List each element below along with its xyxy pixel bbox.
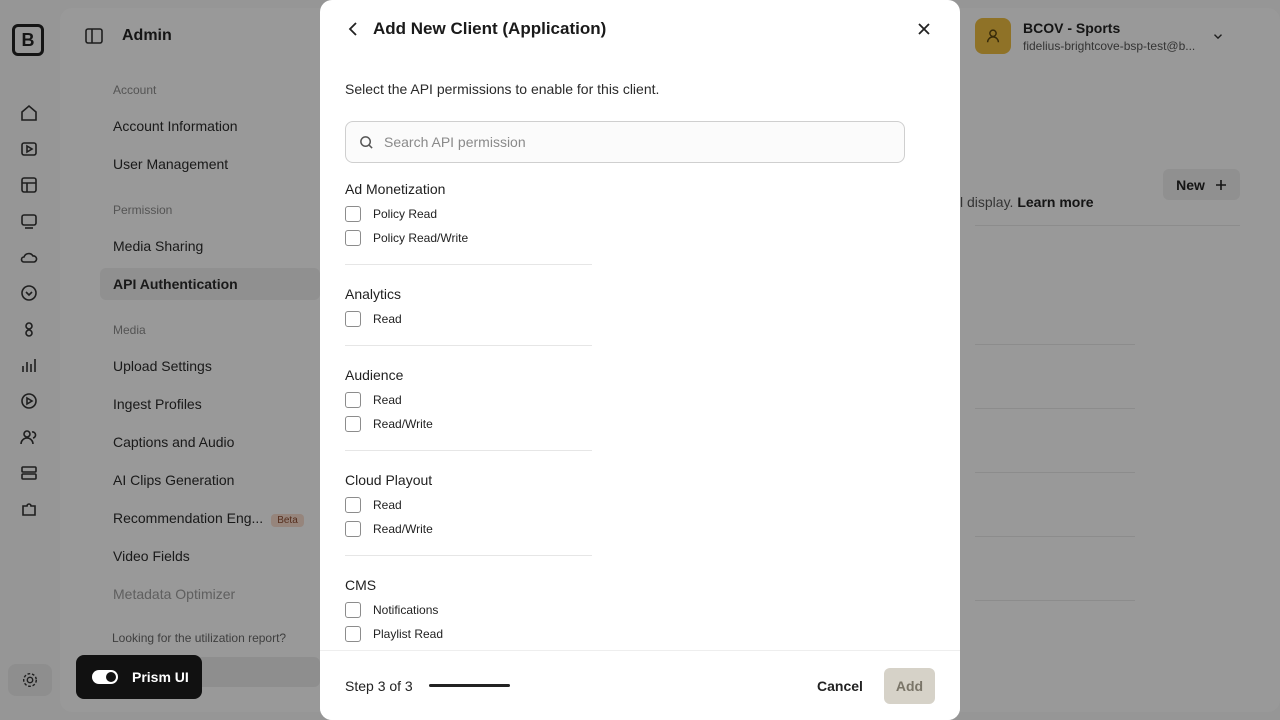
step-indicator: Step 3 of 3: [345, 678, 413, 694]
permission-group: Cloud Playout Read Read/Write: [345, 467, 592, 556]
permission-label: Policy Read/Write: [373, 231, 469, 245]
permission-group: CMSNotificationsPlaylist ReadPlaylist Re…: [345, 572, 592, 650]
permission-label: Read/Write: [373, 522, 433, 536]
permission-group-title: Cloud Playout: [345, 472, 433, 488]
permission-checkbox[interactable]: [345, 521, 361, 537]
modal-intro: Select the API permissions to enable for…: [345, 81, 660, 97]
add-client-modal: Add New Client (Application) Select the …: [320, 0, 960, 720]
permission-checkbox[interactable]: [345, 497, 361, 513]
permission-option[interactable]: Notifications: [345, 598, 592, 622]
step-progress-bar: [429, 684, 510, 687]
cancel-button[interactable]: Cancel: [817, 678, 863, 694]
permission-option[interactable]: Policy Read: [345, 202, 592, 226]
permission-group: Analytics Read: [345, 281, 592, 346]
search-input[interactable]: [384, 134, 884, 150]
modal-title: Add New Client (Application): [373, 19, 607, 38]
permission-label: Notifications: [373, 603, 439, 617]
permission-group-title: Ad Monetization: [345, 181, 446, 197]
permission-checkbox[interactable]: [345, 206, 361, 222]
permission-group-title: Audience: [345, 367, 404, 383]
back-button[interactable]: [345, 19, 363, 39]
permission-checkbox[interactable]: [345, 626, 361, 642]
permission-checkbox[interactable]: [345, 230, 361, 246]
permission-option[interactable]: Read: [345, 388, 592, 412]
chevron-left-icon: [348, 22, 357, 36]
permission-group: Ad Monetization Policy Read Policy Read/Wr…: [345, 176, 592, 265]
permission-option[interactable]: Read/Write: [345, 412, 592, 436]
permission-label: Read: [373, 498, 402, 512]
permission-option[interactable]: Read/Write: [345, 517, 592, 541]
permission-label: Policy Read: [373, 207, 438, 221]
permission-group-title: Analytics: [345, 286, 402, 302]
prism-ui-toggle[interactable]: Prism UI: [76, 655, 202, 699]
permission-checkbox[interactable]: [345, 311, 361, 327]
permission-checkbox[interactable]: [345, 602, 361, 618]
close-icon: [918, 23, 930, 35]
permission-group-title: CMS: [345, 577, 377, 593]
permission-label: Playlist Read: [373, 627, 444, 641]
permission-label: Read/Write: [373, 417, 433, 431]
permission-group: Audience Read Read/Write: [345, 362, 592, 451]
prism-ui-label: Prism UI: [132, 669, 189, 685]
permission-option[interactable]: Read: [345, 307, 592, 331]
toggle-switch[interactable]: [92, 670, 118, 684]
permission-label: Read: [373, 393, 402, 407]
permission-checkbox[interactable]: [345, 416, 361, 432]
modal-header: Add New Client (Application): [345, 16, 935, 42]
permission-option[interactable]: Read: [345, 493, 592, 517]
add-button[interactable]: Add: [884, 668, 935, 704]
permission-option[interactable]: Policy Read/Write: [345, 226, 592, 250]
modal-footer: Step 3 of 3 Cancel Add: [320, 650, 960, 720]
permission-checkbox[interactable]: [345, 392, 361, 408]
permission-list[interactable]: Ad Monetization Policy Read Policy Read/Wr…: [345, 176, 935, 650]
permission-label: Read: [373, 312, 402, 326]
search-icon: [360, 135, 373, 149]
close-button[interactable]: [913, 18, 935, 40]
permission-search[interactable]: [345, 121, 905, 163]
permission-option[interactable]: Playlist Read: [345, 622, 592, 646]
